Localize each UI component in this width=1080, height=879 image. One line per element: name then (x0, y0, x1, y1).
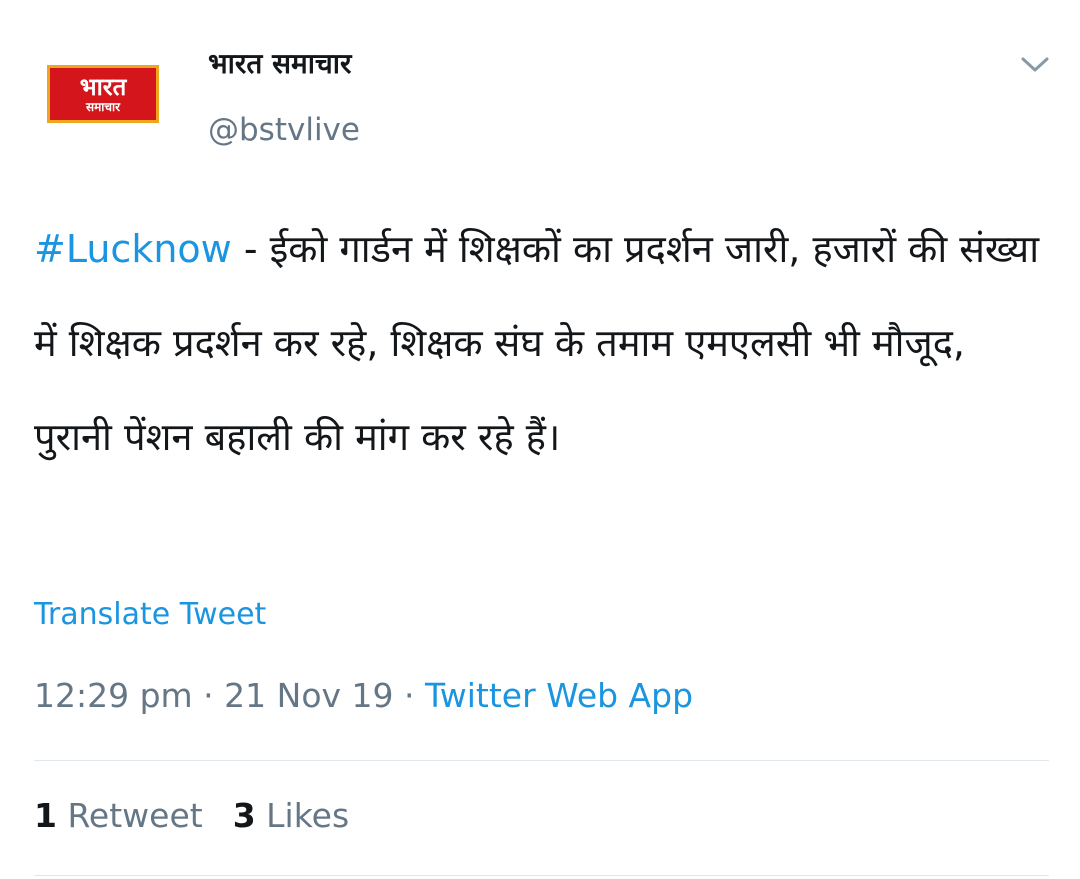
tweet-text: #Lucknow - ईको गार्डन में शिक्षकों का प्… (34, 202, 1049, 484)
avatar-logo-line2: समाचार (85, 100, 121, 114)
chevron-down-icon[interactable] (1018, 52, 1052, 76)
retweets-label: Retweet (67, 796, 203, 835)
tweet-source-link[interactable]: Twitter Web App (425, 676, 693, 715)
tweet-stats: 1 Retweet 3 Likes (34, 796, 349, 835)
avatar-logo-line1: भारत (79, 73, 127, 101)
likes-stat[interactable]: 3 Likes (233, 796, 349, 835)
retweets-stat[interactable]: 1 Retweet (34, 796, 203, 835)
retweets-count: 1 (34, 796, 57, 835)
likes-label: Likes (266, 796, 350, 835)
tweet-meta: 12:29 pm · 21 Nov 19 · Twitter Web App (34, 676, 693, 715)
avatar[interactable]: भारत समाचार (47, 65, 159, 123)
likes-count: 3 (232, 796, 256, 835)
user-handle[interactable]: @bstvlive (208, 112, 360, 148)
tweet-date[interactable]: 21 Nov 19 (224, 676, 393, 715)
meta-separator: · (192, 676, 225, 715)
divider (34, 760, 1049, 761)
divider (34, 875, 1049, 876)
hashtag-link[interactable]: #Lucknow (34, 227, 232, 271)
meta-separator: · (393, 676, 426, 715)
display-name[interactable]: भारत समाचार (208, 44, 352, 82)
tweet-time[interactable]: 12:29 pm (34, 676, 193, 715)
translate-tweet-link[interactable]: Translate Tweet (34, 597, 266, 632)
